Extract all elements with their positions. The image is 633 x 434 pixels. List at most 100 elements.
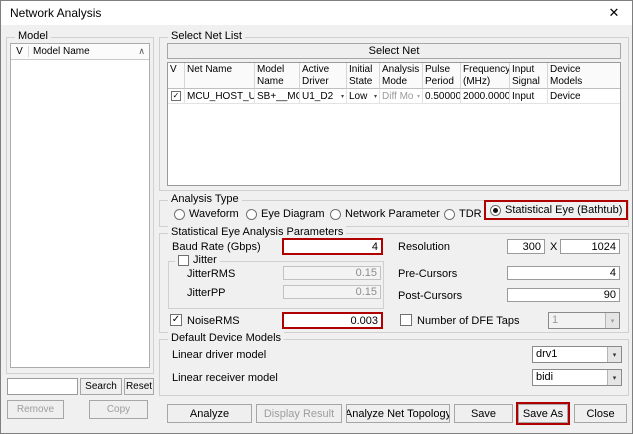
select-net-button[interactable]: Select Net <box>167 43 621 59</box>
net-col-active-driver-pin[interactable]: Active Driver Pin <box>300 63 347 89</box>
reset-button[interactable]: Reset <box>124 378 154 395</box>
model-col-name[interactable]: Model Name <box>29 46 138 57</box>
remove-button[interactable]: Remove <box>7 400 64 419</box>
net-table-row[interactable]: ✓ MCU_HOST_USB SB+__MC U1_D2▾ Low▾ Diff … <box>168 89 620 104</box>
cell-model-name[interactable]: SB+__MC <box>255 89 300 104</box>
jitter-label: Jitter <box>193 254 217 266</box>
model-group-label: Model <box>15 30 51 42</box>
check-icon: ✓ <box>173 92 180 100</box>
model-search-input[interactable] <box>7 378 78 395</box>
linear-receiver-label: Linear receiver model <box>172 372 278 384</box>
default-device-models-group: Default Device Models Linear driver mode… <box>159 339 629 396</box>
cell-initial-state[interactable]: Low ▾ <box>347 89 380 104</box>
dfe-taps-combo: 1 ▾ <box>548 312 620 329</box>
net-col-net-name[interactable]: Net Name <box>185 63 255 89</box>
linear-receiver-combo[interactable]: bidi ▾ <box>532 369 622 386</box>
cell-net-name[interactable]: MCU_HOST_USB <box>185 89 255 104</box>
analysis-type-group: Analysis Type Waveform Eye Diagram Netwo… <box>159 200 629 227</box>
net-col-model-name[interactable]: Model Name <box>255 63 300 89</box>
row-checkbox[interactable]: ✓ <box>171 91 181 101</box>
jitter-checkbox[interactable]: ✓ <box>178 255 189 266</box>
sort-ascending-icon[interactable]: ∧ <box>138 46 149 57</box>
radio-statistical-eye-label: Statistical Eye (Bathtub) <box>505 204 622 216</box>
radio-waveform[interactable]: Waveform <box>174 207 239 221</box>
dfe-taps-checkbox[interactable]: ✓ <box>400 314 412 326</box>
linear-driver-label: Linear driver model <box>172 349 266 361</box>
radio-icon <box>246 209 257 220</box>
linear-receiver-value: bidi <box>533 370 607 385</box>
close-button[interactable]: Close <box>574 404 627 423</box>
net-col-pulse-period[interactable]: Pulse Period <box>423 63 461 89</box>
resolution-x-input[interactable] <box>507 239 545 254</box>
analyze-button[interactable]: Analyze <box>167 404 252 423</box>
cell-input-signal[interactable]: Input <box>510 89 548 104</box>
window-title: Network Analysis <box>10 6 101 20</box>
radio-network-parameter[interactable]: Network Parameter <box>330 207 440 221</box>
dfe-taps-value: 1 <box>549 313 605 328</box>
pre-cursors-input[interactable] <box>507 266 620 280</box>
radio-statistical-eye[interactable]: Statistical Eye (Bathtub) <box>486 202 626 218</box>
resolution-y-input[interactable] <box>560 239 620 254</box>
radio-tdr[interactable]: TDR <box>444 207 482 221</box>
chevron-down-icon[interactable]: ▾ <box>374 93 377 100</box>
jitter-group: ✓ Jitter JitterRMS JitterPP <box>168 261 384 309</box>
net-col-initial-state[interactable]: Initial State <box>347 63 380 89</box>
close-icon[interactable]: ✕ <box>600 3 628 23</box>
jitter-rms-label: JitterRMS <box>187 268 235 280</box>
radio-eye-diagram-label: Eye Diagram <box>261 208 325 220</box>
radio-icon <box>330 209 341 220</box>
net-col-device-models[interactable]: Device Models <box>548 63 621 89</box>
analyze-net-topology-button[interactable]: Analyze Net Topology <box>346 404 450 423</box>
net-table[interactable]: V Net Name Model Name Active Driver Pin … <box>167 62 621 186</box>
post-cursors-label: Post-Cursors <box>398 290 462 302</box>
net-col-frequency[interactable]: Frequency (MHz) <box>461 63 510 89</box>
net-col-analysis-mode[interactable]: Analysis Mode <box>380 63 423 89</box>
chevron-down-icon[interactable]: ▾ <box>607 347 621 362</box>
jitter-pp-label: JitterPP <box>187 287 226 299</box>
linear-driver-value: drv1 <box>533 347 607 362</box>
dfe-taps-label: Number of DFE Taps <box>417 315 520 327</box>
linear-driver-combo[interactable]: drv1 ▾ <box>532 346 622 363</box>
pre-cursors-label: Pre-Cursors <box>398 268 457 280</box>
resolution-label: Resolution <box>398 241 450 253</box>
baud-rate-label: Baud Rate (Gbps) <box>172 241 261 253</box>
display-result-button[interactable]: Display Result <box>256 404 342 423</box>
net-col-input-signal[interactable]: Input Signal <box>510 63 548 89</box>
resolution-separator: X <box>550 241 557 253</box>
jitter-rms-input <box>283 266 381 280</box>
net-col-v[interactable]: V <box>168 63 185 89</box>
jitter-group-head: ✓ Jitter <box>175 254 220 266</box>
stat-eye-params-group: Statistical Eye Analysis Parameters Baud… <box>159 233 629 333</box>
noise-rms-input[interactable] <box>282 312 383 329</box>
radio-eye-diagram[interactable]: Eye Diagram <box>246 207 325 221</box>
model-list-body[interactable] <box>11 60 149 366</box>
cell-device-models[interactable]: Device <box>548 89 621 104</box>
noise-rms-label: NoiseRMS <box>187 315 240 327</box>
save-as-button[interactable]: Save As <box>518 404 568 423</box>
cell-active-driver-pin[interactable]: U1_D2 ▾ <box>300 89 347 104</box>
net-table-header-row: V Net Name Model Name Active Driver Pin … <box>168 63 620 89</box>
check-icon: ✓ <box>172 315 180 325</box>
cell-pulse-period[interactable]: 0.50000 <box>423 89 461 104</box>
chevron-down-icon[interactable]: ▾ <box>607 370 621 385</box>
radio-network-parameter-label: Network Parameter <box>345 208 440 220</box>
radio-waveform-label: Waveform <box>189 208 239 220</box>
model-list[interactable]: V Model Name ∧ <box>10 43 150 368</box>
chevron-down-icon: ▾ <box>605 313 619 328</box>
model-col-v[interactable]: V <box>11 46 29 57</box>
search-button[interactable]: Search <box>80 378 122 395</box>
radio-icon <box>444 209 455 220</box>
driver-pin-value: U1_D2 <box>302 91 333 102</box>
analysis-type-label: Analysis Type <box>168 193 242 205</box>
post-cursors-input[interactable] <box>507 288 620 302</box>
cell-frequency[interactable]: 2000.0000 <box>461 89 510 104</box>
save-button[interactable]: Save <box>454 404 513 423</box>
initial-state-value: Low <box>349 91 367 102</box>
chevron-down-icon[interactable]: ▾ <box>341 93 344 100</box>
noise-rms-checkbox[interactable]: ✓ <box>170 314 182 326</box>
jitter-pp-input <box>283 285 381 299</box>
copy-button[interactable]: Copy <box>89 400 148 419</box>
chevron-down-icon: ▾ <box>417 93 420 100</box>
baud-rate-input[interactable] <box>282 238 383 255</box>
model-list-header: V Model Name ∧ <box>11 44 149 60</box>
